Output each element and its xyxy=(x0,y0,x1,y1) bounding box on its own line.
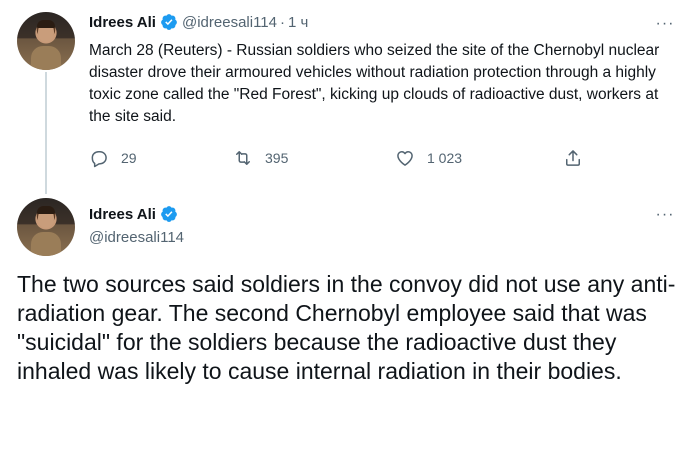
thread-connector-line xyxy=(45,72,47,194)
more-icon: ··· xyxy=(655,206,675,223)
author-handle[interactable]: @idreesali114 xyxy=(89,229,184,246)
retweet-count: 395 xyxy=(265,150,289,166)
author-name[interactable]: Idrees Ali xyxy=(89,14,156,31)
tweet-header: Idrees Ali @idreesali114 · 1 ч xyxy=(89,13,308,31)
share-icon xyxy=(566,150,580,166)
avatar[interactable] xyxy=(17,12,75,70)
reply-button[interactable]: 29 xyxy=(89,148,137,168)
more-icon: ··· xyxy=(655,15,675,32)
author-handle[interactable]: @idreesali114 xyxy=(182,14,277,31)
avatar[interactable] xyxy=(17,198,75,256)
verified-badge-icon xyxy=(161,206,177,222)
tweet-text: The two sources said soldiers in the con… xyxy=(17,271,676,384)
reply-icon xyxy=(91,151,107,168)
retweet-button[interactable]: 395 xyxy=(233,148,288,168)
reply-count: 29 xyxy=(121,150,137,166)
more-options-button[interactable]: ··· xyxy=(653,205,677,225)
like-button[interactable]: 1 023 xyxy=(395,148,462,168)
author-name[interactable]: Idrees Ali xyxy=(89,206,156,223)
separator-dot: · xyxy=(280,13,285,31)
retweet-icon xyxy=(236,151,250,165)
verified-badge-icon xyxy=(161,14,177,30)
tweet-actions: 29 395 1 023 xyxy=(89,148,589,172)
timestamp[interactable]: 1 ч xyxy=(288,14,308,31)
like-count: 1 023 xyxy=(427,150,463,166)
heart-icon xyxy=(397,151,413,166)
more-options-button[interactable]: ··· xyxy=(653,14,677,34)
tweet-header: Idrees Ali xyxy=(89,205,178,223)
tweet-text: March 28 (Reuters) - Russian soldiers wh… xyxy=(89,42,660,125)
share-button[interactable] xyxy=(563,148,583,168)
